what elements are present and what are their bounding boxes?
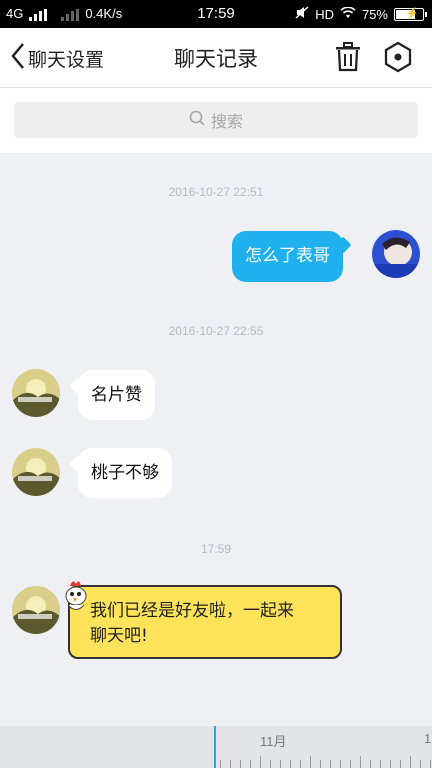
search-icon (189, 110, 205, 130)
timeline-tick (390, 760, 391, 768)
avatar-friend[interactable] (12, 586, 60, 634)
timeline-tick (340, 760, 341, 768)
timestamp: 2016-10-27 22:55 (168, 324, 264, 338)
timeline-tick (320, 760, 321, 768)
timeline-ticks (216, 756, 432, 768)
message-text: 桃子不够 (91, 463, 159, 483)
timeline-tick (430, 760, 431, 768)
timeline-next-label: 1 (424, 731, 432, 746)
battery-percent: 75% (361, 6, 388, 22)
message-bubble-special[interactable]: 我们已经是好友啦，一起来 聊天吧! (68, 585, 342, 659)
back-button[interactable]: 聊天设置 (10, 42, 104, 75)
timestamp: 2016-10-27 22:51 (168, 185, 264, 199)
back-label: 聊天设置 (28, 49, 105, 71)
timeline-tick (220, 760, 221, 768)
mute-icon (295, 6, 309, 22)
timeline-tick (260, 756, 261, 768)
timeline-tick (270, 760, 271, 768)
timeline-tick (250, 760, 251, 768)
settings-icon[interactable] (383, 41, 413, 73)
message-bubble-received[interactable]: 名片赞 (78, 370, 155, 420)
message-text: 名片赞 (91, 385, 142, 405)
timeline-tick (370, 760, 371, 768)
timeline-tick (230, 760, 231, 768)
timeline-tick (280, 760, 281, 768)
timeline-month-label: 11月 (260, 734, 287, 749)
avatar-friend[interactable] (12, 369, 60, 417)
wifi-icon (340, 6, 356, 22)
timeline-tick (350, 760, 351, 768)
search-placeholder: 搜索 (210, 112, 243, 131)
search-area: 搜索 (0, 88, 432, 153)
timeline-tick (380, 760, 381, 768)
message-text-line2: 聊天吧! (90, 626, 148, 646)
timeline-tick (290, 760, 291, 768)
avatar-friend[interactable] (12, 448, 60, 496)
timeline-tick (420, 760, 421, 768)
avatar-self[interactable] (372, 230, 420, 278)
trash-icon[interactable] (335, 42, 361, 72)
timestamp: 17:59 (200, 542, 232, 556)
message-text-line1: 我们已经是好友啦，一起来 (90, 601, 294, 621)
timeline-tick (330, 760, 331, 768)
message-bubble-sent[interactable]: 怎么了表哥 (232, 231, 343, 282)
chevron-left-icon (10, 42, 28, 75)
timeline-tick (360, 756, 361, 768)
search-input[interactable]: 搜索 (14, 102, 418, 138)
timeline-tick (310, 756, 311, 768)
message-text: 怎么了表哥 (245, 246, 330, 266)
timeline-tick (300, 760, 301, 768)
battery-icon: ⚡ (394, 7, 427, 21)
timeline-tick (400, 760, 401, 768)
hd-badge: HD (315, 6, 334, 22)
timeline-tick (410, 756, 411, 768)
status-bar: 4G 0.4K/s 17:59 HD 75% ⚡ (0, 0, 432, 28)
date-timeline[interactable]: 11月 1 (0, 726, 432, 768)
timeline-tick (240, 760, 241, 768)
message-bubble-received[interactable]: 桃子不够 (78, 448, 172, 498)
nav-bar: 聊天设置 聊天记录 (0, 28, 432, 88)
chick-icon (60, 578, 94, 614)
